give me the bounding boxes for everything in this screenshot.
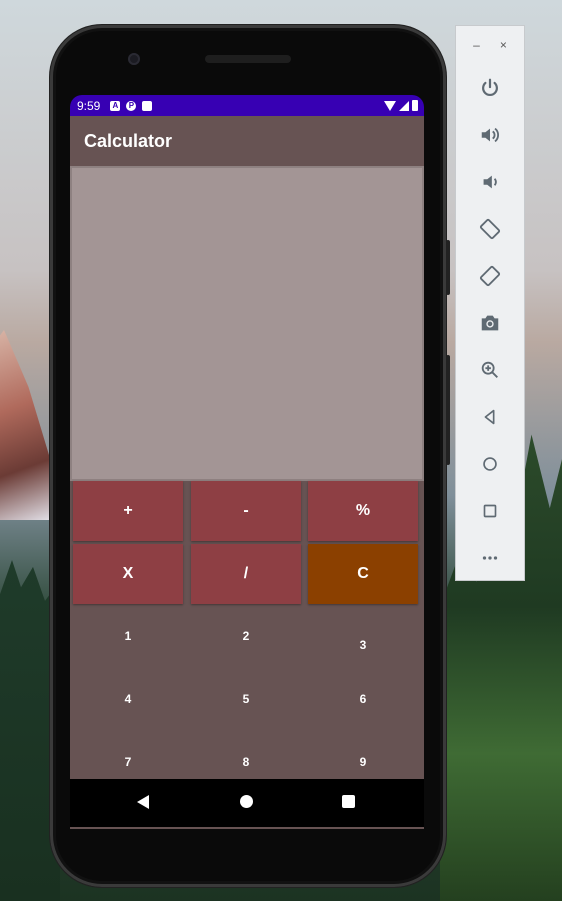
earpiece-speaker: [205, 55, 291, 63]
keypad: + - % X / C 1 2 3 4 5 6 7 8 9: [70, 481, 424, 829]
digit-6-button[interactable]: 6: [343, 692, 383, 706]
divide-button[interactable]: /: [191, 544, 301, 604]
notification-icons: A P: [110, 100, 153, 111]
more-icon[interactable]: [456, 534, 524, 581]
digit-5-button[interactable]: 5: [226, 692, 266, 706]
digit-4-button[interactable]: 4: [108, 692, 148, 706]
sd-card-icon: [142, 100, 153, 111]
calculator-display: [70, 166, 424, 481]
rotate-left-icon[interactable]: [456, 205, 524, 252]
wifi-icon: [384, 100, 396, 111]
phone-power-button: [446, 240, 450, 295]
signal-icon: [399, 100, 409, 111]
volume-up-icon[interactable]: [456, 111, 524, 158]
front-camera: [128, 53, 140, 65]
back-icon[interactable]: [456, 393, 524, 440]
volume-down-icon[interactable]: [456, 158, 524, 205]
digit-1-button[interactable]: 1: [108, 629, 148, 643]
phone-frame: 9:59 A P Calculator + - % X / C 1 2 3 4 …: [50, 25, 450, 887]
clear-button[interactable]: C: [308, 544, 418, 604]
app-title: Calculator: [84, 130, 173, 151]
overview-icon[interactable]: [456, 487, 524, 534]
phone-volume-rocker: [446, 355, 450, 465]
digit-3-button[interactable]: 3: [343, 638, 383, 652]
close-button[interactable]: ×: [500, 38, 507, 52]
rotate-right-icon[interactable]: [456, 252, 524, 299]
app-bar: Calculator: [70, 116, 424, 166]
emulator-window-controls: – ×: [456, 26, 524, 64]
digit-8-button[interactable]: 8: [226, 755, 266, 769]
notification-p-icon: P: [126, 100, 137, 111]
phone-screen: 9:59 A P Calculator + - % X / C 1 2 3 4 …: [70, 95, 424, 829]
digit-2-button[interactable]: 2: [226, 629, 266, 643]
nav-back-icon[interactable]: [137, 795, 149, 809]
digit-7-button[interactable]: 7: [108, 755, 148, 769]
status-time: 9:59: [77, 98, 101, 113]
status-bar: 9:59 A P: [70, 95, 424, 116]
minimize-button[interactable]: –: [473, 38, 480, 52]
percent-button[interactable]: %: [308, 481, 418, 541]
system-icons: [384, 100, 418, 111]
power-icon[interactable]: [456, 64, 524, 111]
nav-recents-icon[interactable]: [342, 795, 355, 808]
camera-icon[interactable]: [456, 299, 524, 346]
battery-icon: [412, 100, 418, 111]
notification-a-icon: A: [110, 100, 121, 111]
navigation-bar: [70, 779, 424, 827]
nav-home-icon[interactable]: [240, 795, 253, 808]
home-icon[interactable]: [456, 440, 524, 487]
plus-button[interactable]: +: [73, 481, 183, 541]
multiply-button[interactable]: X: [73, 544, 183, 604]
minus-button[interactable]: -: [191, 481, 301, 541]
digit-9-button[interactable]: 9: [343, 755, 383, 769]
emulator-toolbar: – ×: [455, 25, 525, 581]
zoom-icon[interactable]: [456, 346, 524, 393]
